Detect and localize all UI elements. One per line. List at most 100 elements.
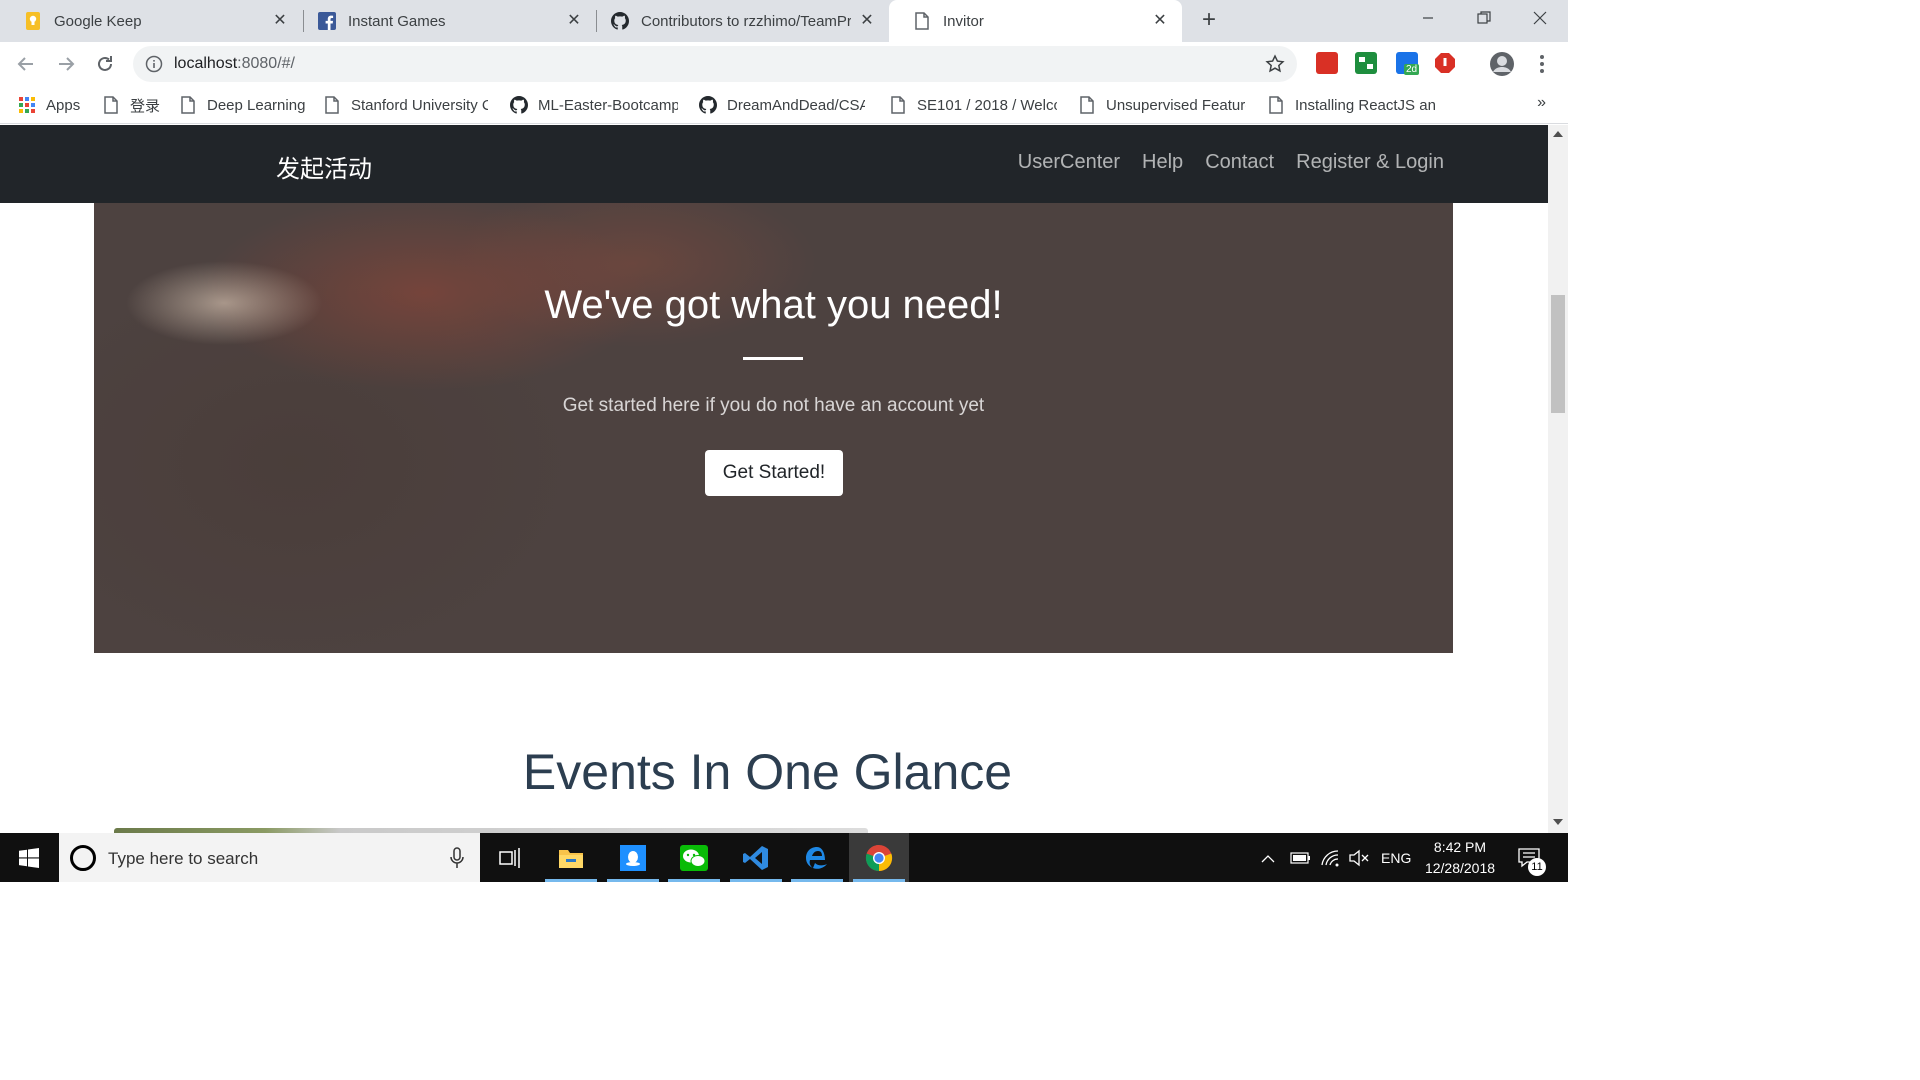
- back-icon[interactable]: [12, 50, 40, 78]
- extension-calendar-icon[interactable]: 2d: [1396, 52, 1420, 75]
- page-icon: [102, 96, 120, 114]
- url-text: localhost:8080/#/: [174, 55, 295, 73]
- tab-title: Invitor: [943, 12, 984, 30]
- scrollbar-thumb[interactable]: [1551, 295, 1565, 413]
- bookmark-label: Stanford University C: [351, 96, 488, 114]
- volume-muted-icon[interactable]: [1348, 833, 1370, 882]
- minimize-icon[interactable]: [1400, 0, 1456, 36]
- bookmark-label: Deep Learning: [207, 96, 306, 114]
- scroll-up-icon[interactable]: [1553, 131, 1563, 137]
- bookmark-se101[interactable]: SE101 / 2018 / Welco: [889, 94, 1057, 116]
- apps-grid-icon: [18, 96, 36, 114]
- bookmark-login[interactable]: 登录: [102, 94, 160, 116]
- page-viewport: 发起活动 UserCenter Help Contact Register & …: [0, 125, 1548, 833]
- events-section-title: Events In One Glance: [522, 744, 1013, 800]
- get-started-button[interactable]: Get Started!: [705, 450, 843, 496]
- extension-badge: 2d: [1404, 64, 1420, 75]
- tab-google-keep[interactable]: Google Keep ✕: [0, 0, 302, 42]
- bookmark-deep-learning[interactable]: Deep Learning: [179, 94, 305, 116]
- close-tab-icon[interactable]: ✕: [270, 11, 290, 31]
- bookmark-reactjs[interactable]: Installing ReactJS and: [1267, 94, 1435, 116]
- bookmark-label: 登录: [130, 97, 161, 115]
- keep-icon: [24, 12, 42, 30]
- page-icon: [1078, 96, 1096, 114]
- notification-count: 11: [1528, 858, 1546, 876]
- input-language[interactable]: ENG: [1381, 833, 1411, 882]
- bookmark-apps[interactable]: Apps: [18, 94, 80, 116]
- action-center-icon[interactable]: 11: [1516, 833, 1546, 882]
- tab-invitor[interactable]: Invitor ✕: [889, 0, 1182, 42]
- bookmarks-overflow-button[interactable]: »: [1537, 94, 1546, 112]
- windows-taskbar: Type here to search ENG 8:42 PM 12/28/20…: [0, 833, 1568, 882]
- url-host: localhost: [174, 55, 238, 72]
- address-bar[interactable]: localhost:8080/#/: [133, 46, 1297, 82]
- tab-instant-games[interactable]: Instant Games ✕: [294, 0, 596, 42]
- new-tab-button[interactable]: +: [1197, 8, 1221, 33]
- bookmark-stanford[interactable]: Stanford University C: [323, 94, 488, 116]
- page-icon: [1267, 96, 1285, 114]
- close-tab-icon[interactable]: ✕: [857, 11, 877, 31]
- edge-icon[interactable]: [787, 833, 847, 882]
- page-icon: [889, 96, 907, 114]
- bookmark-label: Apps: [46, 96, 81, 114]
- browser-menu-icon[interactable]: [1528, 50, 1556, 78]
- scroll-down-icon[interactable]: [1553, 819, 1563, 825]
- page-icon: [179, 96, 197, 114]
- qq-icon[interactable]: [603, 833, 663, 882]
- bookmark-label: DreamAndDead/CSA: [727, 96, 865, 114]
- bookmark-unsupervised[interactable]: Unsupervised Feature: [1078, 94, 1246, 116]
- extension-adblock-icon[interactable]: [1434, 52, 1456, 74]
- nav-link-contact[interactable]: Contact: [1205, 151, 1274, 174]
- clock-date: 12/28/2018: [1424, 860, 1496, 876]
- hero-section: We've got what you need! Get started her…: [94, 203, 1453, 653]
- url-path: :8080/#/: [237, 55, 295, 72]
- bookmark-label: Unsupervised Feature: [1106, 96, 1246, 114]
- windows-start-icon[interactable]: [0, 833, 58, 882]
- site-navbar: 发起活动 UserCenter Help Contact Register & …: [0, 125, 1548, 203]
- close-tab-icon[interactable]: ✕: [1150, 11, 1170, 31]
- site-info-icon[interactable]: [145, 55, 163, 78]
- nav-link-help[interactable]: Help: [1142, 151, 1183, 174]
- browser-toolbar: localhost:8080/#/ 2d: [0, 42, 1568, 86]
- file-explorer-icon[interactable]: [541, 833, 601, 882]
- taskbar-clock[interactable]: 8:42 PM 12/28/2018: [1420, 837, 1500, 879]
- bookmark-label: SE101 / 2018 / Welco: [917, 96, 1057, 114]
- tab-title: Instant Games: [348, 12, 446, 30]
- cortana-icon: [70, 845, 96, 871]
- reload-icon[interactable]: [91, 50, 119, 78]
- show-hidden-icons[interactable]: [1260, 833, 1276, 882]
- browser-tab-strip: Google Keep ✕ Instant Games ✕ Contributo…: [0, 0, 1568, 42]
- microphone-icon[interactable]: [450, 847, 464, 874]
- wifi-icon[interactable]: [1320, 833, 1342, 882]
- page-icon: [913, 12, 931, 30]
- close-tab-icon[interactable]: ✕: [564, 11, 584, 31]
- clock-time: 8:42 PM: [1433, 839, 1487, 855]
- bookmark-star-icon[interactable]: [1265, 54, 1285, 79]
- vscode-icon[interactable]: [726, 833, 786, 882]
- profile-avatar[interactable]: [1488, 50, 1516, 78]
- site-brand[interactable]: 发起活动: [276, 149, 372, 184]
- battery-icon[interactable]: [1288, 833, 1312, 882]
- extension-green-sheet-icon[interactable]: [1355, 52, 1377, 74]
- extension-red-book-icon[interactable]: [1316, 52, 1338, 74]
- page-icon: [323, 96, 341, 114]
- wechat-icon[interactable]: [664, 833, 724, 882]
- bookmark-csa[interactable]: DreamAndDead/CSA: [699, 94, 865, 116]
- github-icon: [699, 96, 717, 114]
- hero-title: We've got what you need!: [544, 283, 1003, 327]
- page-scrollbar[interactable]: [1548, 125, 1568, 833]
- tab-title: Contributors to rzzhimo/TeamPr: [641, 12, 851, 30]
- search-placeholder: Type here to search: [108, 849, 259, 868]
- taskbar-search-box[interactable]: Type here to search: [59, 833, 480, 882]
- task-view-icon[interactable]: [480, 833, 540, 882]
- nav-link-usercenter[interactable]: UserCenter: [1018, 151, 1120, 174]
- restore-icon[interactable]: [1456, 0, 1512, 36]
- bookmark-ml-easter[interactable]: ML-Easter-Bootcamp: [510, 94, 678, 116]
- tab-contributors[interactable]: Contributors to rzzhimo/TeamPr ✕: [587, 0, 889, 42]
- nav-link-register-login[interactable]: Register & Login: [1296, 151, 1444, 174]
- chrome-icon[interactable]: [849, 833, 909, 882]
- close-window-icon[interactable]: [1512, 0, 1568, 36]
- site-nav-links: UserCenter Help Contact Register & Login: [996, 151, 1444, 174]
- github-icon: [510, 96, 528, 114]
- forward-icon[interactable]: [52, 50, 80, 78]
